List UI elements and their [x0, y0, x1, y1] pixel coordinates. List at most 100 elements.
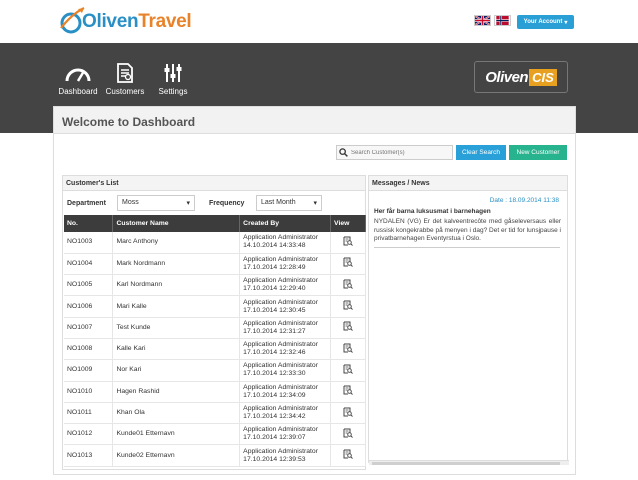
- view-document-icon[interactable]: [343, 236, 353, 246]
- created-date: 17.10.2014 12:31:27: [243, 327, 306, 335]
- created-by-user: Application Administrator: [243, 405, 318, 413]
- created-by: Application Administrator 17.10.2014 12:2…: [239, 253, 332, 276]
- created-date: 17.10.2014 12:30:45: [243, 306, 306, 314]
- norway-flag-icon[interactable]: [494, 15, 511, 26]
- customer-no: NO1007: [64, 317, 114, 339]
- chevron-down-icon: ▾: [313, 200, 317, 207]
- created-by: Application Administrator 17.10.2014 12:3…: [239, 402, 332, 425]
- column-header-customer-name[interactable]: Customer Name: [112, 215, 241, 232]
- messages-heading: Messages / News: [369, 176, 567, 191]
- created-by: Application Administrator 17.10.2014 12:2…: [239, 274, 332, 297]
- oliven-cis-logo: Oliven CIS: [474, 61, 568, 93]
- table-row[interactable]: NO1008 Kalle Kari Application Administrato…: [64, 338, 366, 361]
- table-row[interactable]: NO1012 Kunde01 Etternavn Application Admin…: [64, 423, 366, 446]
- view-document-icon[interactable]: [343, 257, 353, 268]
- oliven-cis-logo-text: Oliven: [485, 68, 529, 86]
- created-date: 17.10.2014 12:39:07: [243, 434, 306, 442]
- customer-no: NO1013: [64, 444, 114, 467]
- view-document-icon[interactable]: [343, 300, 353, 310]
- table-row[interactable]: NO1005 Karl Nordmann Application Administr…: [64, 274, 366, 297]
- uk-flag-icon[interactable]: [474, 15, 491, 26]
- customer-name: Mark Nordmann: [112, 253, 241, 276]
- view-cell: [330, 317, 366, 339]
- created-by: Application Administrator 17.10.2014 12:3…: [239, 444, 332, 467]
- customer-no: NO1006: [64, 295, 114, 318]
- nav-settings[interactable]: Settings: [148, 63, 198, 96]
- column-header-created-by[interactable]: Created By: [239, 215, 332, 232]
- created-date: 17.10.2014 12:29:40: [243, 285, 306, 293]
- view-document-icon[interactable]: [343, 385, 353, 396]
- messages-scrollbar[interactable]: [369, 460, 569, 465]
- created-by-user: Application Administrator: [243, 383, 318, 391]
- view-document-icon[interactable]: [343, 407, 353, 417]
- created-date: 17.10.2014 12:34:42: [243, 413, 306, 421]
- table-row[interactable]: NO1009 Nor Kari Application Administrator 1…: [64, 359, 366, 382]
- nav-customers[interactable]: Customers: [100, 63, 150, 96]
- messages-box: Messages / News Date : 18.09.2014 11:38 …: [368, 175, 569, 465]
- oliven-travel-logo[interactable]: OlivenTravel: [58, 6, 198, 38]
- table-row[interactable]: NO1003 Marc Anthony Application Administra…: [64, 232, 366, 254]
- document-icon: [117, 63, 133, 83]
- department-label: Department: [67, 200, 106, 207]
- your-account-label: Your Account: [523, 19, 563, 25]
- created-by-user: Application Administrator: [243, 298, 318, 306]
- created-by-user: Application Administrator: [243, 362, 318, 370]
- customer-no: NO1005: [64, 274, 114, 297]
- view-document-icon[interactable]: [343, 279, 353, 289]
- nav-dashboard-label: Dashboard: [58, 87, 98, 96]
- nav-dashboard[interactable]: Dashboard: [53, 63, 103, 96]
- created-by: Application Administrator 17.10.2014 12:3…: [239, 338, 332, 361]
- search-box[interactable]: [336, 145, 453, 160]
- table-row[interactable]: NO1013 Kunde02 Etternavn Application Admin…: [64, 444, 366, 467]
- table-row[interactable]: NO1006 Mari Kalle Application Administrato…: [64, 295, 366, 318]
- view-document-icon[interactable]: [343, 449, 353, 459]
- message-title[interactable]: Her får barna luksusmat i barnehagen: [374, 208, 491, 215]
- frequency-label: Frequency: [209, 200, 245, 207]
- created-date: 14.10.2014 14:33:48: [243, 242, 306, 250]
- message-date: Date : 18.09.2014 11:38: [490, 197, 559, 204]
- created-date: 17.10.2014 12:33:30: [243, 370, 306, 378]
- frequency-select[interactable]: Last Month ▾: [256, 195, 322, 211]
- your-account-button[interactable]: Your Account ▾: [517, 15, 574, 29]
- clear-search-button[interactable]: Clear Search: [456, 145, 506, 160]
- created-date: 17.10.2014 12:39:53: [243, 455, 306, 463]
- message-date-value: 18.09.2014 11:38: [508, 197, 559, 204]
- frequency-select-value: Last Month: [261, 199, 296, 206]
- top-header: OlivenTravel Your Account ▾: [0, 0, 638, 43]
- table-row[interactable]: NO1007 Test Kunde Application Administrato…: [64, 317, 366, 339]
- view-document-icon[interactable]: [343, 364, 353, 374]
- table-row[interactable]: NO1004 Mark Nordmann Application Administr…: [64, 253, 366, 276]
- created-by-user: Application Administrator: [243, 277, 318, 285]
- table-row[interactable]: NO1011 Khan Ola Application Administrator 1…: [64, 402, 366, 425]
- customer-name: Mari Kalle: [112, 295, 241, 318]
- customer-no: NO1010: [64, 381, 114, 403]
- view-document-icon[interactable]: [343, 428, 353, 438]
- chevron-down-icon: ▾: [186, 200, 190, 207]
- created-by-user: Application Administrator: [243, 341, 318, 349]
- speedometer-icon: [65, 68, 91, 82]
- created-by: Application Administrator 17.10.2014 12:3…: [239, 359, 332, 382]
- view-cell: [330, 232, 366, 254]
- view-cell: [330, 274, 366, 297]
- created-date: 17.10.2014 12:34:09: [243, 391, 306, 399]
- new-customer-button[interactable]: New Customer: [509, 145, 567, 160]
- search-input[interactable]: [351, 149, 445, 156]
- department-select[interactable]: Moss ▾: [117, 195, 195, 211]
- created-by: Application Administrator 14.10.2014 14:3…: [239, 232, 332, 254]
- message-date-label: Date :: [489, 197, 508, 204]
- column-header-no[interactable]: No.: [64, 215, 114, 232]
- view-cell: [330, 402, 366, 425]
- view-document-icon[interactable]: [343, 343, 353, 353]
- view-cell: [330, 381, 366, 403]
- view-cell: [330, 253, 366, 276]
- customer-table-body: NO1003 Marc Anthony Application Administra…: [64, 232, 366, 467]
- view-cell: [330, 295, 366, 318]
- customer-no: NO1009: [64, 359, 114, 382]
- created-date: 17.10.2014 12:28:49: [243, 263, 306, 271]
- scrollbar-thumb[interactable]: [372, 462, 560, 465]
- customer-list-box: Customer's List Department Moss ▾ Freque…: [62, 175, 366, 470]
- table-row[interactable]: NO1010 Hagen Rashid Application Administra…: [64, 381, 366, 403]
- view-document-icon[interactable]: [343, 321, 353, 332]
- view-cell: [330, 359, 366, 382]
- brand-name: OlivenTravel: [82, 11, 192, 32]
